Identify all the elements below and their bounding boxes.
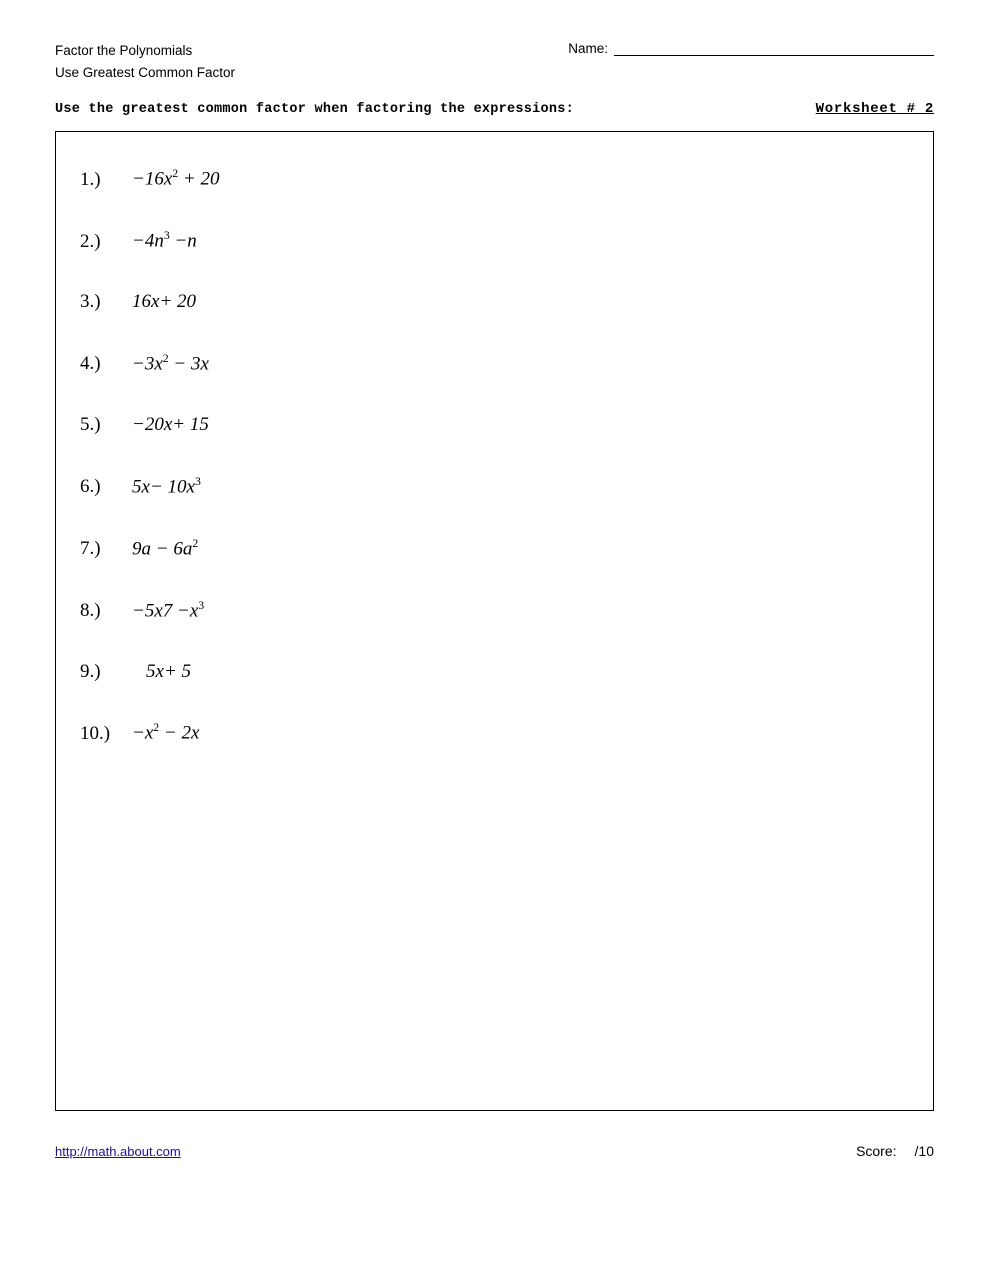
- problem-3: 3.) 16x+ 20: [80, 272, 909, 333]
- name-line: [614, 40, 934, 56]
- worksheet-number: Worksheet # 2: [816, 101, 934, 117]
- problem-7-expr: 9a − 6a2: [132, 536, 198, 562]
- title-line2: Use Greatest Common Factor: [55, 62, 235, 84]
- problem-8-number: 8.): [80, 599, 132, 624]
- problem-3-number: 3.): [80, 290, 132, 315]
- header-left: Factor the Polynomials Use Greatest Comm…: [55, 40, 235, 83]
- header-section: Factor the Polynomials Use Greatest Comm…: [55, 40, 934, 83]
- problem-9: 9.) 5x+ 5: [80, 642, 909, 703]
- footer-link[interactable]: http://math.about.com: [55, 1144, 181, 1159]
- problem-5: 5.) −20x+ 15: [80, 395, 909, 456]
- problem-4-expr: −3x2 − 3x: [132, 351, 209, 377]
- header-right: Name:: [568, 40, 934, 56]
- problem-7: 7.) 9a − 6a2: [80, 518, 909, 580]
- problem-8: 8.) −5x7 −x3: [80, 580, 909, 642]
- problem-7-number: 7.): [80, 537, 132, 562]
- problem-4: 4.) −3x2 − 3x: [80, 333, 909, 395]
- title-line1: Factor the Polynomials: [55, 40, 235, 62]
- problem-2: 2.) −4n3 −n: [80, 210, 909, 272]
- footer: http://math.about.com Score: /10: [55, 1139, 934, 1159]
- problem-10-expr: −x2 − 2x: [132, 720, 199, 746]
- problem-9-number: 9.): [80, 660, 132, 685]
- problem-8-expr: −5x7 −x3: [132, 598, 204, 624]
- problem-2-number: 2.): [80, 230, 132, 255]
- name-label: Name:: [568, 41, 608, 56]
- instruction-row: Use the greatest common factor when fact…: [55, 101, 934, 117]
- problem-5-number: 5.): [80, 413, 132, 438]
- score-value: /10: [915, 1143, 934, 1159]
- problem-3-expr: 16x+ 20: [132, 290, 196, 315]
- score-label: Score:: [856, 1143, 896, 1159]
- problem-10-number: 10.): [80, 722, 132, 747]
- instruction-text: Use the greatest common factor when fact…: [55, 102, 574, 117]
- problem-5-expr: −20x+ 15: [132, 413, 209, 438]
- problem-6: 6.) 5x− 10x3: [80, 456, 909, 518]
- problem-6-number: 6.): [80, 475, 132, 500]
- problem-9-expr: 5x+ 5: [146, 660, 191, 685]
- problem-2-expr: −4n3 −n: [132, 228, 197, 254]
- problem-1: 1.) −16x2 + 20: [80, 148, 909, 210]
- footer-score-section: Score: /10: [856, 1143, 934, 1159]
- problem-10: 10.) −x2 − 2x: [80, 702, 909, 764]
- problem-6-expr: 5x− 10x3: [132, 474, 201, 500]
- problem-4-number: 4.): [80, 352, 132, 377]
- problem-1-number: 1.): [80, 168, 132, 193]
- problem-1-expr: −16x2 + 20: [132, 166, 219, 192]
- problems-box: 1.) −16x2 + 20 2.) −4n3 −n 3.) 16x+ 20 4…: [55, 131, 934, 1111]
